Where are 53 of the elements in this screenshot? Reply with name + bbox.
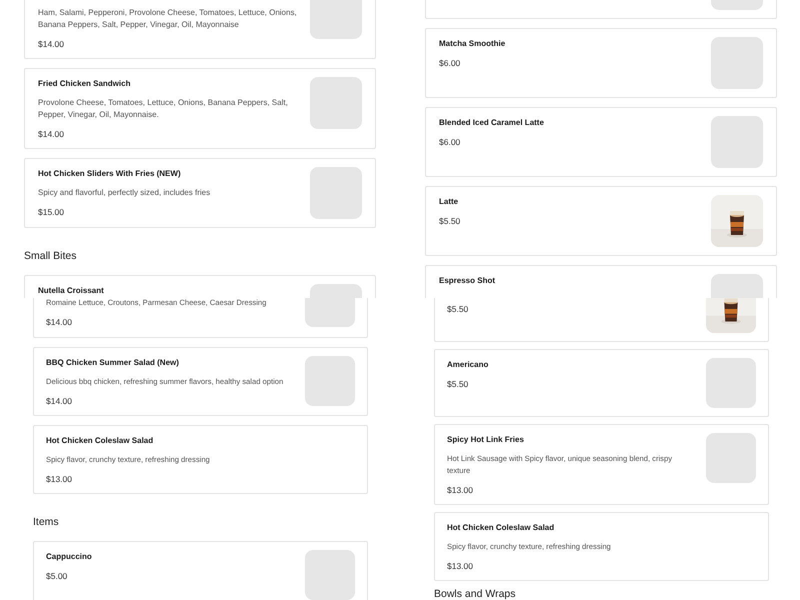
- item-price: $13.00: [447, 560, 474, 572]
- section-heading: Bowls and Wraps: [434, 588, 517, 600]
- item-name: Matcha Smoothie: [439, 38, 506, 50]
- item-price: $14.00: [38, 128, 65, 140]
- item-price: $5.50: [447, 303, 468, 315]
- menu-item-card[interactable]: Matcha Smoothie $6.00: [425, 28, 777, 98]
- menu-item-card[interactable]: Americano $5.50: [434, 349, 769, 417]
- section-heading: Items: [33, 515, 60, 529]
- image-placeholder: [706, 358, 756, 408]
- item-description: Spicy and flavorful, perfectly sized, includes fries: [38, 187, 210, 199]
- menu-item-card[interactable]: Blended Iced Caramel Latte $6.00: [425, 107, 777, 177]
- item-name: Hot Chicken Coleslaw Salad: [447, 522, 556, 534]
- item-price: $14.00: [46, 316, 73, 328]
- item-name: Fried Chicken Sandwich: [38, 78, 132, 90]
- menu-item-card[interactable]: Cappuccino $5.00: [33, 541, 368, 600]
- item-description: Ham, Salami, Pepperoni, Provolone Cheese, Tomatoes, Lettuce, Onions, Banana Peppers, Salt, Pepper, Vinegar, Oil, Mayonnaise: [38, 7, 298, 31]
- item-price: $13.00: [447, 484, 474, 496]
- item-price: $5.50: [447, 378, 470, 390]
- menu-item-card[interactable]: Ham, Salami, Pepperoni, Provolone Cheese, Tomatoes, Lettuce, Onions, Banana Peppers, Salt, Pepper, Vinegar, Oil, Mayonnaise $14.00: [24, 0, 376, 59]
- item-name: Cappuccino: [46, 551, 92, 563]
- item-name: Hot Chicken Sliders With Fries (NEW): [38, 168, 182, 180]
- item-price: $15.00: [38, 206, 65, 218]
- item-price: $5.00: [46, 570, 68, 582]
- menu-item-card[interactable]: Espresso Shot: [425, 265, 777, 298]
- item-price: $6.00: [439, 57, 462, 69]
- image-placeholder: [310, 77, 362, 129]
- menu-item-card[interactable]: Hot Chicken Sliders With Fries (NEW) Spicy and flavorful, perfectly sized, includes fries $15.00: [24, 158, 376, 228]
- menu-item-card[interactable]: $5.50: [434, 298, 769, 342]
- item-description: Provolone Cheese, Tomatoes, Lettuce, Onions, Banana Peppers, Salt, Pepper, Vinegar, Oil, Mayonnaise.: [38, 97, 289, 121]
- image-placeholder: [305, 550, 355, 600]
- image-placeholder: [310, 0, 362, 39]
- item-name: Blended Iced Caramel Latte: [439, 117, 544, 129]
- image-placeholder: [711, 37, 763, 89]
- item-name: Nutella Croissant: [38, 285, 104, 297]
- item-price: $5.50: [439, 215, 460, 227]
- menu-item-card[interactable]: Nutella Croissant: [24, 275, 376, 298]
- image-placeholder: [711, 116, 763, 168]
- menu-item-card[interactable]: Fried Chicken Sandwich Provolone Cheese, Tomatoes, Lettuce, Onions, Banana Peppers, Salt, Pepper, Vinegar, Oil, Mayonnaise. $14.00: [24, 68, 376, 149]
- image-placeholder: [706, 433, 756, 483]
- item-name: Spicy Hot Link Fries: [447, 434, 525, 446]
- image-placeholder: [305, 356, 355, 406]
- image-placeholder: [310, 167, 362, 219]
- item-name: Hot Chicken Coleslaw Salad: [46, 435, 154, 447]
- item-price: $13.00: [46, 473, 73, 485]
- item-price: $14.00: [38, 38, 65, 50]
- item-price: $14.00: [46, 395, 73, 407]
- item-name: Americano: [447, 359, 488, 371]
- item-name: Latte: [439, 196, 460, 208]
- menu-item-card[interactable]: Latte $5.50: [425, 186, 777, 256]
- item-price: $6.00: [439, 136, 462, 148]
- item-name: BBQ Chicken Summer Salad (New): [46, 357, 180, 369]
- item-name: Espresso Shot: [439, 275, 496, 287]
- section-heading: Small Bites: [24, 249, 78, 263]
